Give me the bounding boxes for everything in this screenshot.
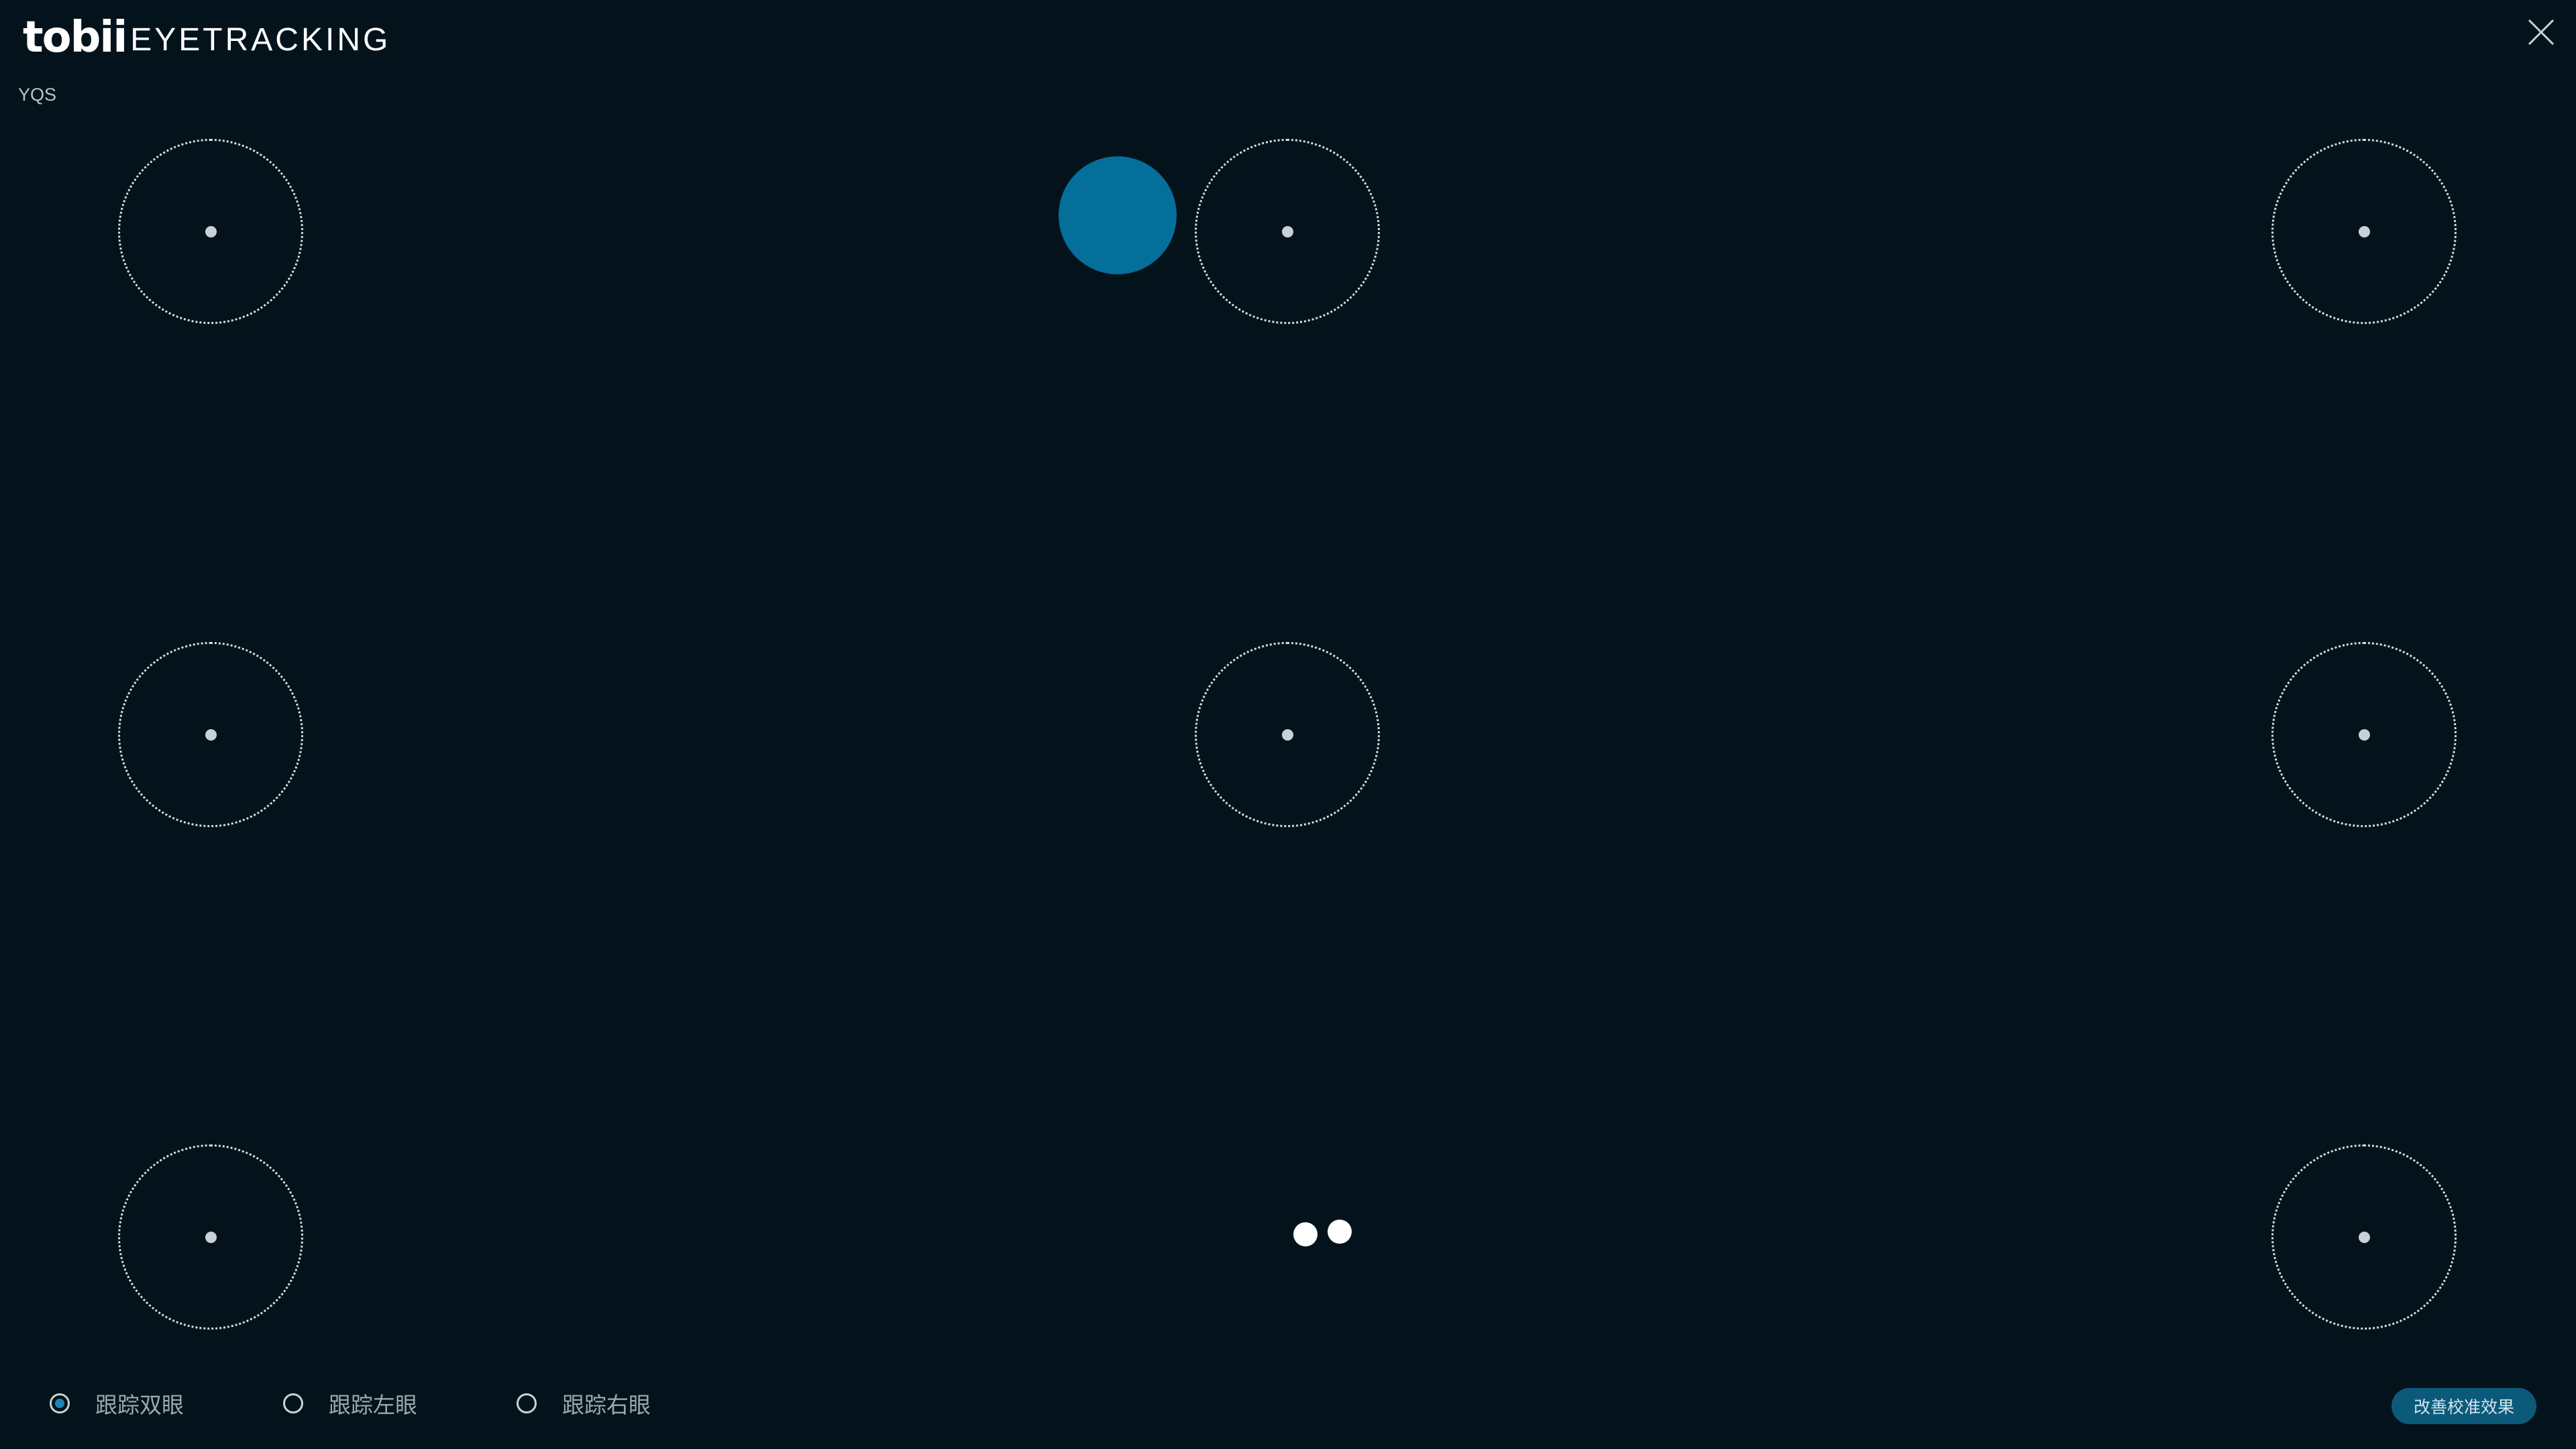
tracking-mode-group: 跟踪双眼 跟踪左眼 跟踪右眼 bbox=[50, 1387, 750, 1419]
calibration-target-middle-right bbox=[2271, 642, 2457, 827]
radio-label: 跟踪双眼 bbox=[95, 1392, 184, 1418]
improve-calibration-button[interactable]: 改善校准效果 bbox=[2392, 1388, 2536, 1424]
target-dot bbox=[2358, 729, 2370, 741]
calibration-target-top-left bbox=[118, 139, 303, 324]
target-dot bbox=[205, 225, 217, 237]
radio-circle-icon[interactable] bbox=[50, 1393, 70, 1413]
calibration-target-top-right bbox=[2271, 139, 2457, 324]
calibration-target-middle-left bbox=[118, 642, 303, 827]
right-eye-dot bbox=[1328, 1220, 1352, 1244]
close-icon bbox=[2528, 19, 2555, 46]
profile-name: YQS bbox=[18, 85, 57, 105]
radio-label: 跟踪右眼 bbox=[562, 1392, 651, 1418]
target-dot bbox=[1281, 729, 1293, 741]
target-dot bbox=[205, 729, 217, 741]
calibration-target-middle-center bbox=[1195, 642, 1380, 827]
radio-track-both-eyes[interactable]: 跟踪双眼 bbox=[50, 1387, 184, 1419]
calibration-ball bbox=[1059, 156, 1177, 274]
eye-position-indicator bbox=[1293, 1218, 1354, 1248]
close-button[interactable] bbox=[2526, 17, 2556, 47]
radio-track-right-eye[interactable]: 跟踪右眼 bbox=[517, 1387, 651, 1419]
calibration-screen: tobii EYETRACKING YQS 跟踪双眼 跟踪左眼 跟踪右眼 改善校… bbox=[0, 0, 2576, 1449]
tobii-logo: tobii EYETRACKING bbox=[23, 8, 390, 59]
target-dot bbox=[205, 1231, 217, 1243]
radio-circle-icon[interactable] bbox=[283, 1393, 303, 1413]
target-dot bbox=[2358, 225, 2370, 237]
calibration-target-bottom-left bbox=[118, 1144, 303, 1330]
left-eye-dot bbox=[1293, 1222, 1318, 1246]
calibration-target-bottom-right bbox=[2271, 1144, 2457, 1330]
logo-text: EYETRACKING bbox=[130, 22, 391, 58]
target-dot bbox=[2358, 1231, 2370, 1243]
radio-track-left-eye[interactable]: 跟踪左眼 bbox=[283, 1387, 417, 1419]
radio-label: 跟踪左眼 bbox=[329, 1392, 417, 1418]
logo-mark: tobii bbox=[23, 13, 127, 62]
radio-circle-icon[interactable] bbox=[517, 1393, 537, 1413]
target-dot bbox=[1281, 225, 1293, 237]
calibration-target-top-center bbox=[1195, 139, 1380, 324]
